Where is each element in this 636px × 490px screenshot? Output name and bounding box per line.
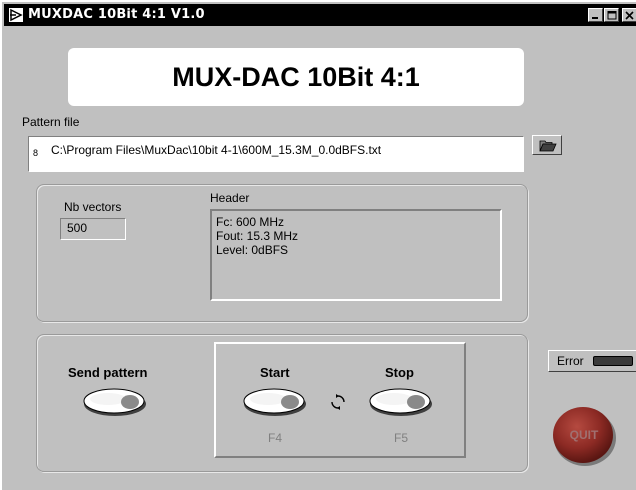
error-label: Error (557, 354, 584, 368)
open-folder-icon (539, 140, 557, 152)
stop-shortcut-key: F5 (394, 431, 409, 445)
start-shortcut-key: F4 (268, 431, 283, 445)
window-title: MUXDAC 10Bit 4:1 V1.0 (28, 7, 205, 22)
pattern-file-path-field[interactable]: 8 C:\Program Files\MuxDac\10bit 4-1\600M… (28, 136, 524, 172)
send-pattern-label: Send pattern (68, 365, 148, 380)
stop-label: Stop (385, 365, 414, 380)
pattern-file-label: Pattern file (22, 115, 80, 129)
send-pattern-button[interactable] (82, 386, 148, 418)
app-icon (8, 7, 24, 23)
stop-button[interactable] (368, 386, 434, 418)
app-banner: MUX-DAC 10Bit 4:1 (68, 48, 524, 106)
close-icon (625, 11, 634, 20)
header-line: Level: 0dBFS (216, 243, 289, 257)
quit-label: QUIT (569, 428, 599, 442)
start-button[interactable] (242, 386, 308, 418)
header-text-box[interactable]: Fc: 600 MHz Fout: 15.3 MHz Level: 0dBFS (210, 209, 502, 301)
header-line: Fc: 600 MHz (216, 215, 285, 229)
app-window: MUXDAC 10Bit 4:1 V1.0 MUX-DAC 10Bit 4:1 … (0, 0, 636, 490)
nb-vectors-field[interactable]: 500 (60, 218, 126, 240)
header-label: Header (210, 191, 250, 205)
nb-vectors-label: Nb vectors (64, 200, 122, 214)
quit-button[interactable]: QUIT (550, 404, 618, 468)
maximize-icon (607, 11, 617, 20)
header-line: Fout: 15.3 MHz (216, 229, 299, 243)
browse-button[interactable] (532, 135, 562, 155)
pattern-file-path: C:\Program Files\MuxDac\10bit 4-1\600M_1… (51, 143, 382, 157)
close-button[interactable] (622, 8, 636, 22)
title-bar[interactable]: MUXDAC 10Bit 4:1 V1.0 (4, 4, 636, 26)
minimize-button[interactable] (588, 8, 603, 22)
maximize-button[interactable] (604, 8, 619, 22)
error-led (593, 356, 633, 366)
minimize-icon (592, 17, 598, 19)
cycle-arrows-icon (331, 394, 345, 410)
start-label: Start (260, 365, 290, 380)
path-marker: 8 (33, 148, 39, 158)
error-indicator: Error (548, 350, 636, 372)
